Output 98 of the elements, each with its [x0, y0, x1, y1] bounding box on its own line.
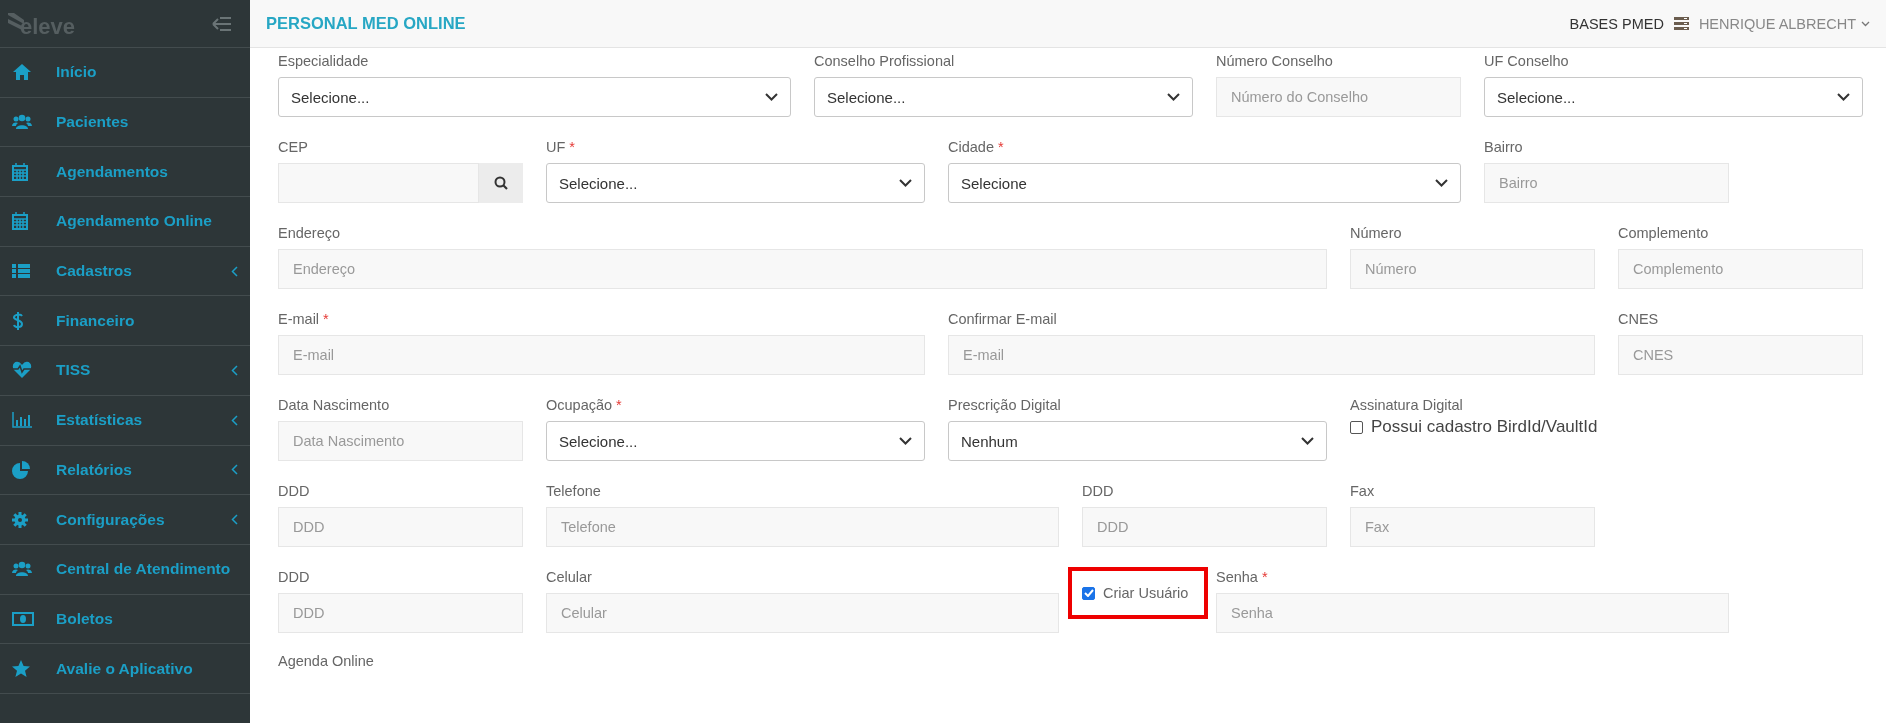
field-label: Conselho Profissional — [814, 53, 955, 69]
input-field[interactable]: E-mail — [278, 335, 925, 375]
field-label: E-mail — [278, 311, 320, 327]
required-mark: * — [323, 311, 329, 327]
field-label: UF Conselho — [1484, 53, 1569, 69]
input-field[interactable]: Número do Conselho — [1216, 77, 1461, 117]
sidebar-item[interactable]: Agendamento Online — [0, 197, 250, 247]
section-label: Agenda Online — [278, 653, 375, 669]
list-icon — [12, 264, 30, 279]
select-field[interactable]: Selecione... — [278, 77, 791, 117]
calendar-icon — [12, 212, 28, 231]
select-field[interactable]: Selecione... — [1484, 77, 1863, 117]
heartbeat-icon — [12, 361, 32, 380]
banknote-icon — [12, 611, 34, 626]
field-label: Celular — [546, 569, 592, 585]
field-label: Número — [1350, 225, 1402, 241]
users-icon — [12, 561, 32, 578]
chevron-left-icon — [231, 414, 238, 426]
chevron-down-icon — [1435, 179, 1448, 187]
select-field[interactable]: Nenhum — [948, 421, 1327, 461]
input-field[interactable]: Bairro — [1484, 163, 1729, 203]
checkbox[interactable] — [1350, 420, 1363, 434]
chevron-down-icon — [899, 179, 912, 187]
sidebar-item[interactable]: Relatórios — [0, 445, 250, 496]
home-icon — [12, 63, 32, 82]
chevron-left-icon — [231, 514, 238, 526]
input-field[interactable]: Data Nascimento — [278, 421, 523, 461]
input-field[interactable]: Senha — [1216, 593, 1729, 633]
chevron-left-icon — [231, 265, 238, 277]
field-label: UF — [546, 139, 566, 155]
required-mark: * — [616, 397, 622, 413]
input-field[interactable]: DDD — [1082, 507, 1327, 547]
chevron-down-icon — [1301, 437, 1314, 445]
input-field[interactable]: Complemento — [1618, 249, 1863, 289]
collapse-menu-icon[interactable] — [212, 15, 232, 32]
required-mark: * — [1261, 569, 1268, 585]
input-field[interactable] — [278, 163, 479, 203]
required-mark: * — [997, 139, 1004, 155]
field-label: CNES — [1618, 311, 1659, 327]
field-label: Senha — [1216, 569, 1258, 585]
chevron-down-icon — [899, 437, 912, 445]
field-label: Confirmar E-mail — [948, 311, 1057, 327]
input-field[interactable]: Celular — [546, 593, 1059, 633]
input-field[interactable]: Telefone — [546, 507, 1059, 547]
select-field[interactable]: Selecione... — [546, 421, 925, 461]
select-field[interactable]: Selecione... — [546, 163, 925, 203]
user-menu[interactable]: HENRIQUE ALBRECHT — [1698, 15, 1870, 32]
server-icon[interactable] — [1673, 17, 1689, 30]
input-field[interactable]: DDD — [278, 507, 523, 547]
input-field[interactable]: E-mail — [948, 335, 1595, 375]
settings-icon — [12, 511, 28, 528]
users-icon — [12, 114, 32, 131]
field-label: Bairro — [1484, 139, 1523, 155]
field-label: Data Nascimento — [278, 397, 390, 413]
input-field[interactable]: DDD — [278, 593, 523, 633]
sidebar-item[interactable]: Configurações — [0, 495, 250, 545]
field-label: Complemento — [1618, 225, 1709, 241]
checkbox-label: Criar Usuário — [1103, 585, 1189, 601]
search-icon — [494, 176, 508, 190]
chevron-down-icon — [1167, 93, 1180, 101]
search-button[interactable] — [479, 163, 523, 203]
sidebar-item[interactable]: Agendamentos — [0, 147, 250, 198]
star-icon — [12, 659, 30, 678]
field-label: DDD — [1082, 483, 1114, 499]
pie-chart-icon — [12, 460, 30, 479]
chevron-down-icon — [1861, 20, 1870, 27]
field-label: CEP — [278, 139, 308, 155]
input-field[interactable]: Fax — [1350, 507, 1595, 547]
dollar-icon — [12, 310, 24, 331]
field-label: Cidade — [948, 139, 994, 155]
input-field[interactable]: CNES — [1618, 335, 1863, 375]
calendar-icon — [12, 162, 28, 181]
select-field[interactable]: Selecione — [948, 163, 1461, 203]
field-label: Endereço — [278, 225, 341, 241]
chevron-left-icon — [231, 364, 238, 376]
field-label: Ocupação — [546, 397, 613, 413]
sidebar-item[interactable]: TISS — [0, 346, 250, 396]
base-name[interactable]: BASES PMED — [1569, 15, 1664, 32]
field-label: DDD — [278, 483, 310, 499]
bar-chart-icon — [12, 412, 32, 429]
input-field[interactable]: Número — [1350, 249, 1595, 289]
field-label: Prescrição Digital — [948, 397, 1061, 413]
field-label: Fax — [1350, 483, 1375, 499]
chevron-down-icon — [765, 93, 778, 101]
field-label: Especialidade — [278, 53, 369, 69]
sidebar-item[interactable]: Cadastros — [0, 246, 250, 297]
chevron-down-icon — [1837, 93, 1850, 101]
field-label: Telefone — [546, 483, 601, 499]
checkbox-label: Possui cadastro BirdId/VaultId — [1371, 417, 1598, 437]
checkbox[interactable] — [1082, 586, 1095, 600]
required-mark: * — [569, 139, 575, 155]
field-label: Assinatura Digital — [1350, 397, 1463, 413]
field-label: DDD — [278, 569, 310, 585]
input-field[interactable]: Endereço — [278, 249, 1327, 289]
chevron-left-icon — [231, 464, 238, 476]
field-label: Número Conselho — [1216, 53, 1333, 69]
app-title: PERSONAL MED ONLINE — [266, 14, 466, 33]
select-field[interactable]: Selecione... — [814, 77, 1193, 117]
